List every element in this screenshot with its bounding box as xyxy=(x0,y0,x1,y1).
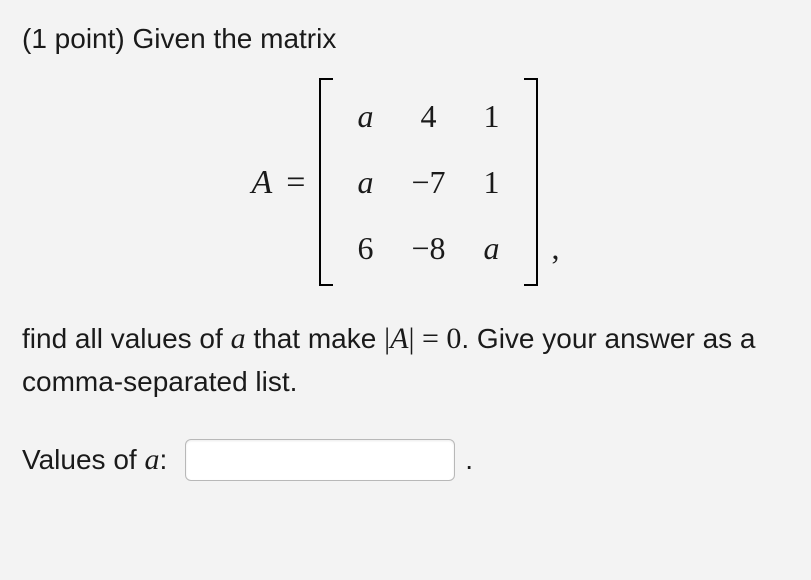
question-text: find all values of a that make |A| = 0. … xyxy=(22,316,789,403)
problem-intro: (1 point) Given the matrix xyxy=(22,18,789,60)
matrix-grid: a 4 1 a −7 1 6 −8 a xyxy=(333,78,523,286)
matrix-cell: 4 xyxy=(411,92,445,140)
det-var: A xyxy=(390,322,408,355)
matrix-cell: a xyxy=(480,224,504,272)
trailing-period: . xyxy=(465,439,473,481)
matrix-label: A xyxy=(251,157,272,208)
answer-label-var: a xyxy=(144,443,159,476)
matrix-cell: a xyxy=(353,158,377,206)
matrix-equation: A = a 4 1 a −7 1 6 −8 a , xyxy=(22,78,789,286)
answer-label-pre: Values of xyxy=(22,444,144,475)
matrix-cell: 1 xyxy=(480,158,504,206)
matrix: a 4 1 a −7 1 6 −8 a xyxy=(319,78,537,286)
matrix-cell: 1 xyxy=(480,92,504,140)
equals-sign: = xyxy=(286,157,305,208)
answer-label: Values of a: xyxy=(22,437,167,482)
answer-row: Values of a: . xyxy=(22,437,789,482)
var-a: a xyxy=(231,322,246,355)
matrix-cell: −8 xyxy=(411,224,445,272)
question-pre: find all values of xyxy=(22,323,231,354)
matrix-cell: −7 xyxy=(411,158,445,206)
bracket-left-icon xyxy=(319,78,333,286)
eq-zero: = 0 xyxy=(414,322,461,355)
question-mid: that make xyxy=(246,323,385,354)
matrix-cell: a xyxy=(353,92,377,140)
answer-label-colon: : xyxy=(159,444,167,475)
points-and-intro: (1 point) Given the matrix xyxy=(22,23,336,54)
trailing-comma: , xyxy=(552,224,560,286)
answer-input[interactable] xyxy=(185,439,455,481)
matrix-cell: 6 xyxy=(353,224,377,272)
bracket-right-icon xyxy=(524,78,538,286)
